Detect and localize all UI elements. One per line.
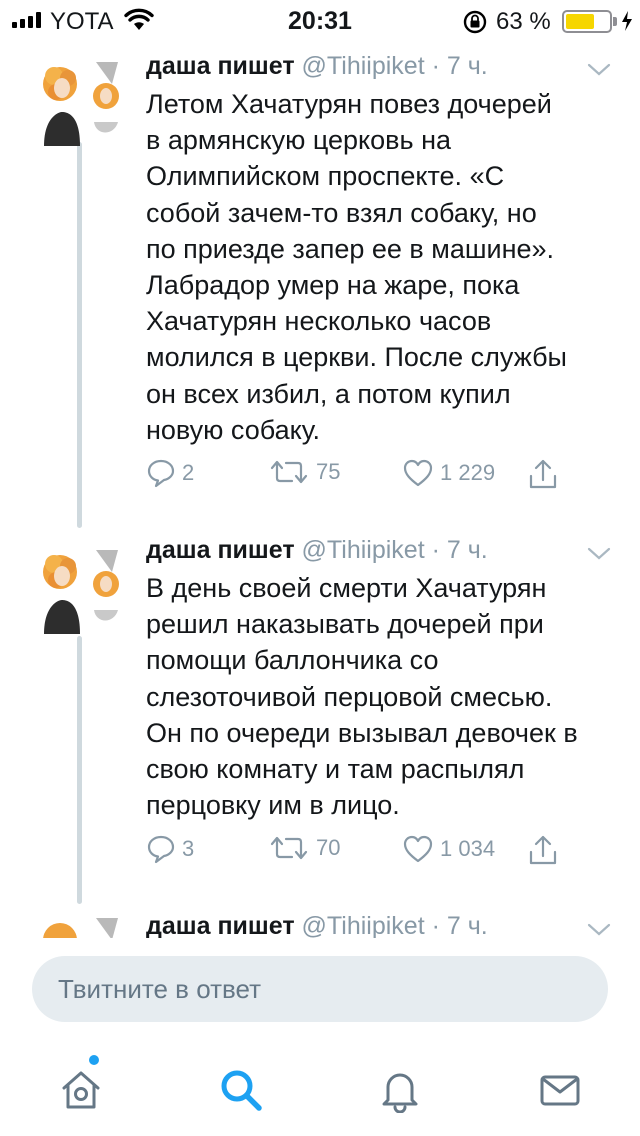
retweet-icon bbox=[270, 460, 308, 484]
avatar[interactable] bbox=[34, 912, 124, 938]
tweet-text-line: помощи баллончика со bbox=[146, 645, 439, 676]
like-button[interactable]: 1 229 bbox=[402, 458, 495, 488]
heart-icon bbox=[403, 835, 433, 863]
reply-input[interactable] bbox=[32, 956, 608, 1022]
tab-search[interactable] bbox=[217, 1066, 265, 1114]
reply-count: 3 bbox=[182, 836, 195, 861]
author-handle[interactable]: @Tihiipiket bbox=[302, 912, 425, 938]
author-handle[interactable]: @Tihiipiket bbox=[302, 536, 425, 564]
timeline[interactable]: даша пишет @Tihiipiket · 7 ч. Летом Хача… bbox=[0, 0, 640, 938]
reply-button[interactable]: 3 bbox=[146, 834, 194, 864]
tweet-text-line: Он по очереди вызывал девочек в bbox=[146, 717, 578, 748]
tweet-text: В день своей смерти Хачатурян решил нака… bbox=[146, 570, 626, 823]
search-icon bbox=[221, 1070, 262, 1111]
retweet-count: 70 bbox=[316, 835, 341, 860]
like-count: 1 034 bbox=[440, 836, 496, 861]
reply-count: 2 bbox=[182, 460, 195, 485]
tweet-header: даша пишет @Tihiipiket · 7 ч. bbox=[146, 912, 488, 938]
tweet-header: даша пишет @Tihiipiket · 7 ч. bbox=[146, 536, 488, 565]
tweet-text-line: Летом Хачатурян повез дочерей bbox=[146, 89, 552, 119]
tweet-text-line: Хачатурян несколько часов bbox=[146, 306, 492, 337]
reply-icon bbox=[147, 459, 175, 488]
envelope-icon bbox=[540, 1075, 580, 1106]
reply-icon bbox=[147, 835, 175, 864]
tweet-text-line: Олимпийском проспекте. «С bbox=[146, 161, 505, 192]
tweet-text-line: свою комнату и там распылял bbox=[146, 754, 525, 785]
chevron-down-icon[interactable] bbox=[586, 62, 612, 78]
thread-line bbox=[77, 142, 82, 528]
tweet-text-line: по приезде запер ее в машине». bbox=[146, 233, 555, 264]
author-name[interactable]: даша пишет bbox=[146, 536, 295, 564]
tab-messages[interactable] bbox=[536, 1066, 584, 1114]
tab-home[interactable] bbox=[57, 1066, 105, 1114]
tweet-text-line: в армянскую церковь на bbox=[146, 125, 452, 156]
thread-line bbox=[77, 636, 82, 904]
chevron-down-icon[interactable] bbox=[586, 922, 612, 938]
like-count: 1 229 bbox=[440, 460, 496, 485]
tweet-actions: 3 70 1 034 bbox=[146, 834, 616, 868]
retweet-icon bbox=[270, 836, 308, 860]
share-icon bbox=[529, 835, 557, 865]
tweet-actions: 2 75 1 229 bbox=[146, 458, 616, 492]
tweet-text: Летом Хачатурян повез дочерей в армянску… bbox=[146, 86, 626, 448]
tweet-time: · 7 ч. bbox=[431, 912, 488, 938]
avatar[interactable] bbox=[34, 544, 124, 634]
tweet-text-line: он всех избил, а потом купил bbox=[146, 378, 511, 409]
tweet-text-line: Лабрадор умер на жаре, пока bbox=[146, 270, 520, 301]
heart-icon bbox=[403, 459, 433, 487]
tweet-text-line: новую собаку. bbox=[146, 414, 321, 445]
share-button[interactable] bbox=[528, 834, 558, 866]
retweet-button[interactable]: 70 bbox=[268, 834, 340, 862]
reply-button[interactable]: 2 bbox=[146, 458, 194, 488]
tweet-text-line: перцовку им в лицо. bbox=[146, 790, 400, 821]
tweet-text-line: В день своей смерти Хачатурян bbox=[146, 573, 547, 603]
tweet-text-line: молился в церкви. После службы bbox=[146, 342, 567, 373]
tweet-time: · 7 ч. bbox=[431, 52, 488, 80]
tweet-text-line: решил наказывать дочерей при bbox=[146, 609, 544, 640]
retweet-count: 75 bbox=[316, 459, 341, 484]
tab-bar bbox=[0, 1040, 640, 1136]
bell-icon bbox=[382, 1073, 418, 1113]
tweet-header: даша пишет @Tihiipiket · 7 ч. bbox=[146, 52, 488, 81]
avatar[interactable] bbox=[34, 56, 124, 146]
retweet-button[interactable]: 75 bbox=[268, 458, 340, 486]
author-handle[interactable]: @Tihiipiket bbox=[302, 52, 425, 80]
tab-notifications[interactable] bbox=[376, 1066, 424, 1114]
author-name[interactable]: даша пишет bbox=[146, 912, 295, 938]
chevron-down-icon[interactable] bbox=[586, 546, 612, 562]
tweet-time: · 7 ч. bbox=[431, 536, 488, 564]
share-button[interactable] bbox=[528, 458, 558, 490]
tweet-text-line: собой зачем-то взял собаку, но bbox=[146, 197, 537, 228]
tweet-text-line: слезоточивой перцовой смесью. bbox=[146, 681, 553, 712]
like-button[interactable]: 1 034 bbox=[402, 834, 495, 864]
share-icon bbox=[529, 459, 557, 489]
home-icon bbox=[62, 1071, 100, 1109]
author-name[interactable]: даша пишет bbox=[146, 52, 295, 80]
reply-compose-bar[interactable] bbox=[32, 956, 608, 1022]
notification-dot bbox=[89, 1055, 99, 1065]
